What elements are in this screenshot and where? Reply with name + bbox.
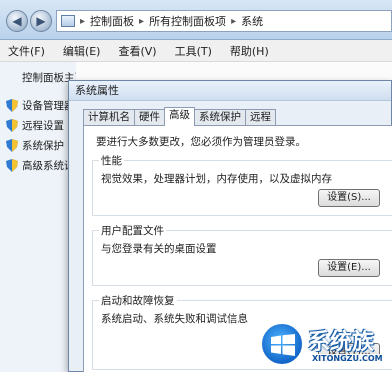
group-description: 系统启动、系统失败和调试信息	[101, 313, 248, 325]
breadcrumb-control-panel[interactable]: 控制面板	[90, 13, 134, 29]
shield-icon	[6, 99, 18, 112]
sidebar-item-advanced-settings[interactable]: 高级系统设	[6, 158, 75, 173]
menu-file[interactable]: 文件(F)	[8, 43, 45, 59]
breadcrumb-separator: ▸	[139, 15, 145, 27]
tab-advanced[interactable]: 高级	[164, 107, 195, 126]
group-label: 用户配置文件	[99, 223, 166, 238]
left-pane: 控制面板主页 设备管理器 远程设置 系统保护 高级系统设	[0, 62, 85, 372]
menu-tools[interactable]: 工具(T)	[175, 43, 212, 59]
sidebar-item-label: 远程设置	[22, 120, 64, 132]
menu-bar: 文件(F) 编辑(E) 查看(V) 工具(T) 帮助(H)	[0, 40, 392, 62]
dialog-title: 系统属性	[69, 81, 391, 101]
breadcrumb-all-items[interactable]: 所有控制面板项	[149, 13, 226, 29]
sidebar-item-label: 高级系统设	[22, 160, 75, 172]
shield-icon	[6, 119, 18, 132]
group-description: 与您登录有关的桌面设置	[101, 243, 217, 255]
watermark: 系统族 XITONGZU.COM	[258, 318, 392, 372]
arrow-left-icon: ◀	[12, 14, 22, 28]
sidebar-item-remote-settings[interactable]: 远程设置	[6, 118, 64, 133]
admin-notice: 要进行大多数更改，您必须作为管理员登录。	[96, 136, 306, 148]
group-label: 启动和故障恢复	[99, 293, 177, 308]
group-description: 视觉效果，处理器计划，内存使用，以及虚拟内存	[101, 173, 332, 185]
sidebar-item-device-manager[interactable]: 设备管理器	[6, 98, 75, 113]
watermark-text: 系统族	[308, 330, 375, 355]
breadcrumb-separator: ▸	[80, 15, 86, 27]
performance-group: 性能 视觉效果，处理器计划，内存使用，以及虚拟内存 设置(S)...	[92, 153, 392, 216]
sidebar-item-label: 系统保护	[22, 140, 64, 152]
watermark-url: XITONGZU.COM	[310, 354, 385, 363]
tab-computer-name[interactable]: 计算机名	[83, 109, 135, 125]
breadcrumb-separator: ▸	[231, 15, 237, 27]
user-profiles-group: 用户配置文件 与您登录有关的桌面设置 设置(E)...	[92, 223, 392, 286]
address-bar[interactable]: ▸ 控制面板 ▸ 所有控制面板项 ▸ 系统	[56, 10, 392, 32]
breadcrumb-system[interactable]: 系统	[241, 13, 263, 29]
forward-button[interactable]: ▶	[30, 10, 52, 32]
tab-remote[interactable]: 远程	[245, 109, 276, 125]
tab-hardware[interactable]: 硬件	[134, 109, 165, 125]
sidebar-item-system-protection[interactable]: 系统保护	[6, 138, 64, 153]
tab-system-protection[interactable]: 系统保护	[194, 109, 246, 125]
sidebar-item-label: 设备管理器	[22, 100, 75, 112]
menu-edit[interactable]: 编辑(E)	[63, 43, 101, 59]
performance-settings-button[interactable]: 设置(S)...	[318, 189, 380, 207]
shield-icon	[6, 139, 18, 152]
user-profiles-settings-button[interactable]: 设置(E)...	[318, 259, 380, 277]
menu-help[interactable]: 帮助(H)	[230, 43, 269, 59]
back-button[interactable]: ◀	[6, 10, 28, 32]
explorer-titlebar: ◀ ▶ ▸ 控制面板 ▸ 所有控制面板项 ▸ 系统	[0, 0, 392, 40]
group-label: 性能	[99, 153, 124, 168]
dialog-tabs: 计算机名 硬件 高级 系统保护 远程	[83, 107, 276, 126]
arrow-right-icon: ▶	[36, 14, 46, 28]
control-panel-icon	[61, 15, 75, 27]
windows-logo-icon	[260, 322, 304, 366]
menu-view[interactable]: 查看(V)	[118, 43, 156, 59]
shield-icon	[6, 159, 18, 172]
